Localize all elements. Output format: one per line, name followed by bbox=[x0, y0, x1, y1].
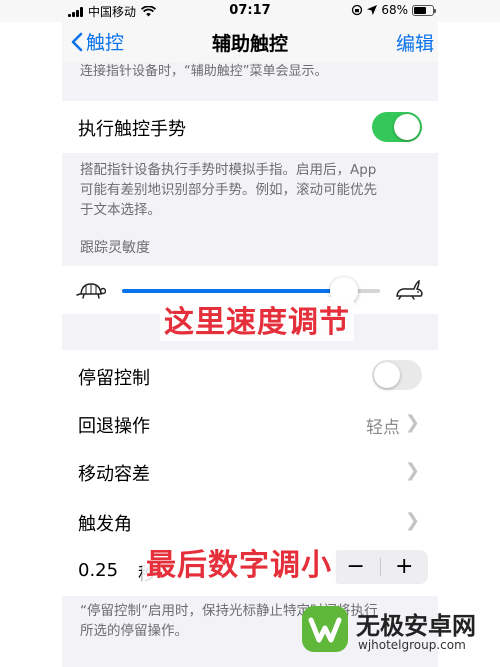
perform-gestures-row: 执行触控手势 bbox=[62, 101, 438, 153]
decrement-button[interactable]: − bbox=[332, 550, 380, 584]
speed-annotation: 这里速度调节 bbox=[160, 297, 354, 341]
pointer-menu-hint: 连接指针设备时，“辅助触控”菜单会显示。 bbox=[80, 64, 328, 79]
status-bar: 中国移动 07:17 68% bbox=[0, 0, 500, 22]
location-icon bbox=[367, 5, 378, 15]
description-line: 于文本选择。 bbox=[80, 202, 161, 218]
perform-gestures-label: 执行触控手势 bbox=[78, 119, 186, 140]
slider-fill bbox=[122, 289, 344, 293]
watermark-url: wjhotelgroup.com bbox=[358, 638, 466, 652]
watermark-logo bbox=[302, 606, 348, 652]
orientation-lock-icon bbox=[352, 4, 363, 16]
edit-button[interactable]: 编辑 bbox=[396, 29, 434, 56]
hot-corners-label: 触发角 bbox=[78, 514, 132, 535]
chevron-right-icon: ❯ bbox=[404, 412, 420, 433]
revert-action-value: 轻点 bbox=[366, 418, 400, 438]
description-line: 可能有差别地识别部分手势。例如，滚动可能优先 bbox=[80, 182, 377, 198]
tracking-speed-header: 跟踪灵敏度 bbox=[80, 240, 150, 256]
chevron-right-icon: ❯ bbox=[404, 460, 420, 481]
site-watermark: 无极安卓网 wjhotelgroup.com bbox=[300, 600, 500, 667]
status-right: 68% bbox=[351, 3, 436, 17]
increment-button[interactable]: + bbox=[381, 550, 429, 584]
chevron-right-icon: ❯ bbox=[404, 510, 420, 531]
perform-gestures-description: 搭配指针设备执行手势时模拟手指。启用后，App 可能有差别地识别部分手势。例如，… bbox=[80, 160, 420, 220]
perform-gestures-toggle[interactable] bbox=[372, 112, 422, 142]
navigation-bar: 触控 辅助触控 编辑 bbox=[62, 22, 438, 62]
description-line: 搭配指针设备执行手势时模拟手指。启用后，App bbox=[80, 162, 377, 178]
dwell-timer-value: 0.25 bbox=[78, 560, 119, 581]
dwell-control-row: 停留控制 bbox=[62, 350, 438, 400]
battery-icon bbox=[412, 4, 436, 16]
revert-action-label: 回退操作 bbox=[78, 416, 150, 437]
dwell-timer-stepper: − + bbox=[332, 550, 428, 584]
number-annotation: 最后数字调小 bbox=[142, 540, 336, 584]
movement-tolerance-label: 移动容差 bbox=[78, 464, 150, 485]
watermark-brand: 无极安卓网 bbox=[356, 612, 476, 640]
hare-icon bbox=[396, 280, 423, 300]
hot-corners-row[interactable]: 触发角 ❯ bbox=[62, 496, 438, 546]
page-title: 辅助触控 bbox=[211, 33, 288, 55]
dwell-control-toggle[interactable] bbox=[372, 360, 422, 390]
tortoise-icon bbox=[76, 283, 106, 299]
tracking-speed-slider[interactable] bbox=[122, 277, 380, 305]
revert-action-row[interactable]: 回退操作 轻点 ❯ bbox=[62, 400, 438, 448]
dwell-control-label: 停留控制 bbox=[78, 368, 150, 389]
battery-percent: 68% bbox=[381, 3, 408, 17]
movement-tolerance-row[interactable]: 移动容差 ❯ bbox=[62, 448, 438, 496]
